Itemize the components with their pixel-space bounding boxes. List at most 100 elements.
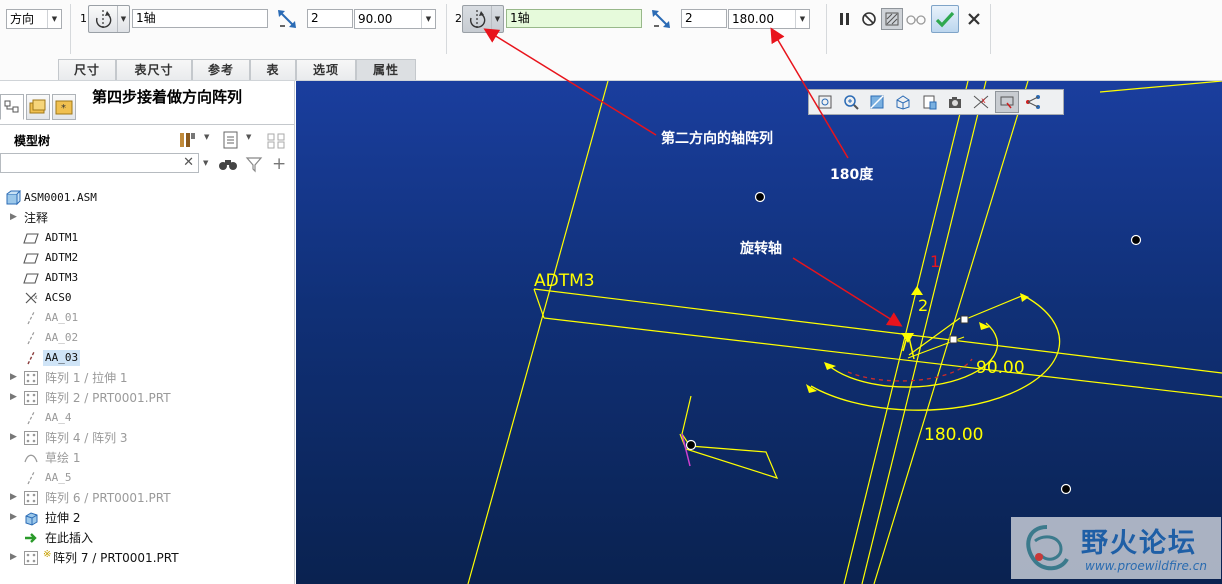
sketch-icon	[23, 450, 39, 466]
model-tree-item-label: AA_5	[45, 471, 72, 484]
dir1-reference-collector[interactable]: 1轴	[132, 9, 268, 28]
datum-axis-icon	[23, 410, 39, 426]
model-tree-item[interactable]: ADTM1	[0, 228, 294, 248]
pattern-type-value: 方向	[10, 12, 35, 26]
tab-properties[interactable]: 属性	[356, 59, 416, 80]
tab-table-dimensions[interactable]: 表尺寸	[116, 59, 192, 80]
datum-axis-icon	[23, 470, 39, 486]
model-tree-header: 模型树 ▼ ▼	[0, 124, 294, 154]
model-tree-item[interactable]: ▶ 阵列 2 / PRT0001.PRT	[0, 388, 294, 408]
datum-plane-icon	[23, 230, 39, 246]
expand-arrow-icon[interactable]: ▶	[10, 372, 17, 382]
dir1-axis-button[interactable]: ▼	[88, 5, 130, 33]
expand-arrow-icon[interactable]: ▶	[10, 552, 17, 562]
clear-search-icon[interactable]: ✕	[183, 155, 194, 170]
model-tree-item[interactable]: AA_4	[0, 408, 294, 428]
model-tree-item[interactable]: ASM0001.ASM	[0, 188, 294, 208]
filter-icon[interactable]	[245, 155, 263, 176]
zoom-in-icon[interactable]	[839, 91, 863, 113]
spin-center-icon[interactable]	[995, 91, 1019, 113]
orient-mode-icon[interactable]	[1021, 91, 1045, 113]
flip-direction-icon[interactable]	[276, 8, 298, 30]
dir2-axis-button[interactable]: ▼	[462, 5, 504, 33]
view-toolbar: x	[808, 89, 1064, 115]
tree-search-input[interactable]: ✕	[0, 153, 199, 173]
model-tree-item[interactable]: ▶ 阵列 1 / 拉伸 1	[0, 368, 294, 388]
pattern-icon	[23, 370, 39, 386]
chevron-down-icon[interactable]: ▼	[204, 133, 209, 141]
datum-axis-icon	[23, 310, 39, 326]
no-preview-icon[interactable]	[858, 8, 880, 30]
pause-icon[interactable]	[834, 8, 856, 30]
model-tree-item[interactable]: 草绘 1	[0, 448, 294, 468]
model-tree-item-label: 拉伸 2	[45, 511, 81, 525]
expand-arrow-icon[interactable]: ▶	[10, 392, 17, 402]
datum-display-icon[interactable]: x	[969, 91, 993, 113]
show-list-icon[interactable]	[222, 130, 240, 153]
model-tree-item[interactable]: ▶ 拉伸 2	[0, 508, 294, 528]
dir2-angle-dropdown[interactable]: 180.00 ▼	[728, 9, 810, 29]
expand-arrow-icon[interactable]: ▶	[10, 512, 17, 522]
model-tree-item[interactable]: ADTM3	[0, 268, 294, 288]
dir2-reference-value: 1轴	[510, 11, 530, 25]
model-tree-item[interactable]: ▶ 阵列 6 / PRT0001.PRT	[0, 488, 294, 508]
model-tree-item[interactable]: ▶ 阵列 4 / 阵列 3	[0, 428, 294, 448]
model-tree-item[interactable]: ▶ 注释	[0, 208, 294, 228]
verify-mode-icon[interactable]	[881, 8, 903, 30]
chevron-down-icon: ▼	[795, 10, 809, 28]
dir1-count-field[interactable]: 2	[307, 9, 353, 28]
pattern-point	[1060, 483, 1072, 495]
graphics-window[interactable]: ADTM3 90.00 180.00 1 2 x 野火论坛 www.proewi…	[296, 81, 1222, 584]
datum-plane-edge	[467, 81, 609, 584]
cancel-button[interactable]	[963, 8, 985, 30]
check-icon	[935, 11, 955, 28]
flip-direction-icon[interactable]	[650, 8, 672, 30]
dir2-count-field[interactable]: 2	[681, 9, 727, 28]
datum-plane-icon	[23, 250, 39, 266]
tree-settings-icon[interactable]	[178, 130, 198, 153]
model-tree-item[interactable]: 在此插入	[0, 528, 294, 548]
insert-here-icon	[23, 530, 39, 546]
chevron-down-icon[interactable]: ▼	[246, 133, 251, 141]
model-tree-tab[interactable]	[0, 94, 24, 120]
favorites-tab[interactable]: *	[52, 94, 76, 120]
zoom-out-icon[interactable]	[865, 91, 889, 113]
named-views-icon[interactable]	[917, 91, 941, 113]
find-binoculars-icon[interactable]	[218, 155, 238, 176]
model-tree-item[interactable]: ADTM2	[0, 248, 294, 268]
expand-arrow-icon[interactable]: ▶	[10, 492, 17, 502]
repaint-icon[interactable]	[891, 91, 915, 113]
modified-star-icon: ※	[43, 549, 52, 560]
add-column-icon[interactable]: +	[272, 154, 286, 174]
dir2-reference-collector[interactable]: 1轴	[506, 9, 642, 28]
glasses-preview-icon[interactable]	[905, 8, 927, 30]
model-tree-item[interactable]: AA_02	[0, 328, 294, 348]
watermark-name: 野火论坛	[1081, 528, 1197, 559]
model-tree-item-label: AA_4	[45, 411, 72, 424]
dir1-angle-dropdown[interactable]: 90.00 ▼	[354, 9, 436, 29]
dir1-number: 1	[80, 12, 87, 25]
tab-tables[interactable]: 表	[250, 59, 296, 80]
expand-arrow-icon[interactable]: ▶	[10, 212, 17, 222]
model-tree-item[interactable]: x ACS0	[0, 288, 294, 308]
model-tree-item[interactable]: AA_01	[0, 308, 294, 328]
tree-columns-icon[interactable]	[266, 130, 288, 153]
saved-views-icon[interactable]	[943, 91, 967, 113]
pattern-type-dropdown[interactable]: 方向 ▼	[6, 9, 62, 29]
model-tree-item-label: 阵列 2 / PRT0001.PRT	[45, 391, 171, 405]
folder-browser-tab[interactable]	[26, 94, 50, 120]
expand-arrow-icon[interactable]: ▶	[10, 432, 17, 442]
model-tree-item[interactable]: ▶ ※ 阵列 7 / PRT0001.PRT	[0, 548, 294, 568]
model-tree-item[interactable]: AA_03	[0, 348, 294, 368]
model-tree-item[interactable]: AA_5	[0, 468, 294, 488]
refit-icon[interactable]	[813, 91, 837, 113]
rotate-axis-icon	[95, 10, 112, 30]
tab-references[interactable]: 参考	[192, 59, 250, 80]
pattern-dashboard: 方向 ▼ 1 ▼ 1轴 2 90.00 ▼ 2 ▼ 1轴 2 180.00 ▼ …	[0, 0, 1222, 81]
direction-1-label: 1	[930, 252, 940, 271]
tab-options[interactable]: 选项	[296, 59, 356, 80]
step-title: 第四步接着做方向阵列	[92, 88, 243, 106]
tab-dimensions[interactable]: 尺寸	[58, 59, 116, 80]
chevron-down-icon[interactable]: ▼	[203, 159, 208, 167]
confirm-button[interactable]	[931, 5, 959, 33]
